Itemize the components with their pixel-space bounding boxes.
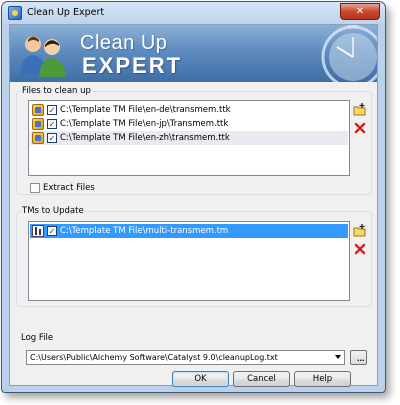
people-icon (20, 36, 66, 77)
add-folder-icon (353, 103, 366, 116)
item-checkbox[interactable]: ✓ (47, 133, 57, 143)
tms-group-label: TMs to Update (21, 206, 85, 216)
banner-title-line2: EXPERT (82, 53, 183, 78)
app-icon (8, 6, 22, 20)
list-item[interactable]: ✓ C:\Template TM File\en-de\transmem.ttk (30, 103, 348, 117)
list-item[interactable]: ✓ C:\Template TM File\en-jp\Transmem.ttk (30, 117, 348, 131)
remove-icon (354, 122, 366, 133)
tm-file-icon (32, 225, 44, 237)
tm-path: C:\Template TM File\multi-transmem.tm (60, 226, 229, 236)
file-path: C:\Template TM File\en-zh\transmem.ttk (60, 133, 230, 143)
log-file-combobox[interactable]: C:\Users\Public\Alchemy Software\Catalys… (26, 350, 345, 365)
extract-files-label: Extract Files (43, 183, 95, 193)
window-title: Clean Up Expert (27, 7, 105, 18)
add-folder-icon (353, 224, 366, 237)
files-list[interactable]: ✓ C:\Template TM File\en-de\transmem.ttk… (28, 100, 350, 176)
browse-button[interactable]: ... (350, 350, 367, 365)
title-bar[interactable]: Clean Up Expert ✕ (2, 2, 385, 24)
file-path: C:\Template TM File\en-de\transmem.ttk (60, 105, 231, 115)
remove-tm-button[interactable] (353, 242, 367, 255)
dialog-window: Clean Up Expert ✕ Clean Up EXPERT Files … (1, 1, 386, 393)
dialog-client-area: Clean Up EXPERT Files to clean up ✓ C:\T… (9, 24, 378, 387)
ttk-file-icon (32, 118, 44, 130)
item-checkbox[interactable]: ✓ (47, 119, 57, 129)
item-checkbox[interactable]: ✓ (47, 226, 57, 236)
close-button[interactable]: ✕ (340, 3, 380, 20)
add-file-button[interactable] (353, 103, 367, 116)
banner-title-line1: Clean Up (80, 32, 168, 54)
remove-icon (354, 243, 366, 254)
tms-list[interactable]: ✓ C:\Template TM File\multi-transmem.tm (28, 221, 350, 301)
log-file-path: C:\Users\Public\Alchemy Software\Catalys… (30, 353, 278, 362)
ttk-file-icon (32, 132, 44, 144)
list-item[interactable]: ✓ C:\Template TM File\multi-transmem.tm (30, 224, 348, 238)
item-checkbox[interactable]: ✓ (47, 105, 57, 115)
extract-files-option[interactable]: Extract Files (30, 183, 95, 193)
files-group-label: Files to clean up (21, 86, 92, 96)
remove-file-button[interactable] (353, 121, 367, 134)
list-item[interactable]: ✓ C:\Template TM File\en-zh\transmem.ttk (30, 131, 348, 145)
ok-button[interactable]: OK (172, 371, 229, 387)
stopwatch-icon (321, 25, 377, 82)
ttk-file-icon (32, 104, 44, 116)
header-banner: Clean Up EXPERT (10, 25, 377, 82)
cancel-button[interactable]: Cancel (233, 371, 290, 387)
chevron-down-icon[interactable] (335, 355, 341, 359)
add-tm-button[interactable] (353, 224, 367, 237)
help-button[interactable]: Help (294, 371, 351, 387)
file-path: C:\Template TM File\en-jp\Transmem.ttk (60, 119, 229, 129)
log-file-label: Log File (20, 333, 55, 343)
extract-files-checkbox[interactable] (30, 183, 40, 193)
